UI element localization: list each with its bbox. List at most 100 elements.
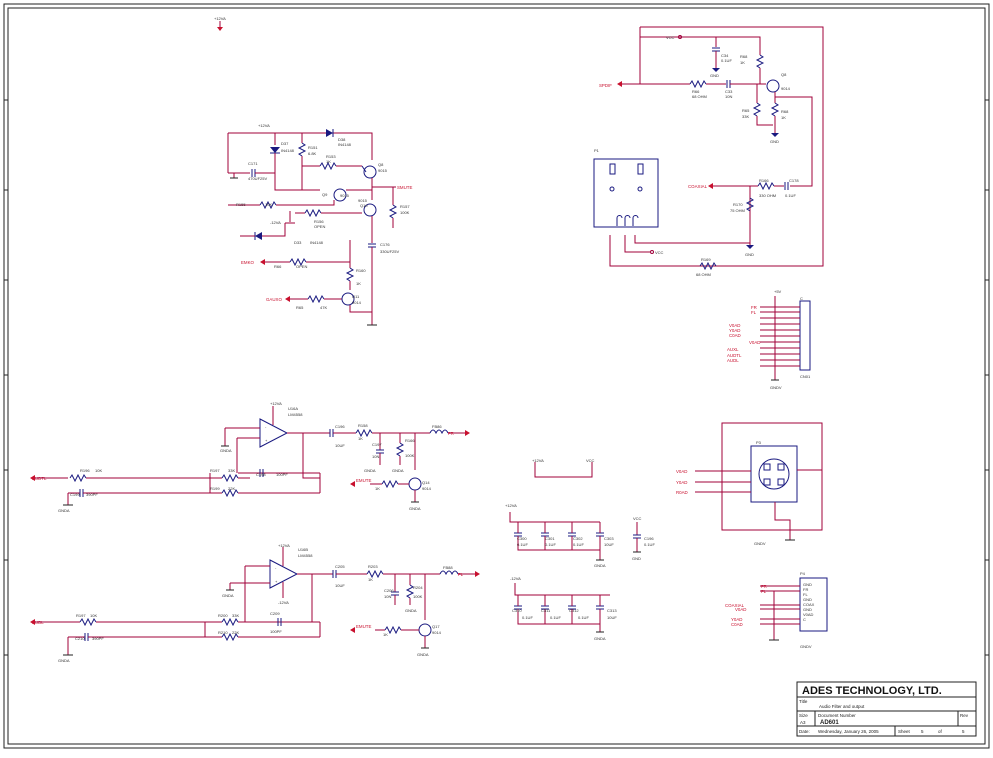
r-ch2-val: 100K	[413, 594, 423, 599]
title-block: ADES TECHNOLOGY, LTD. Title Audio Filter…	[796, 681, 977, 737]
connector-p3	[750, 445, 798, 503]
p12va-link: +12VA	[532, 458, 544, 463]
cn01-pin-label: C	[800, 296, 803, 301]
d33-ref: D33	[294, 240, 302, 245]
company-name: ADES TECHNOLOGY, LTD.	[802, 685, 942, 697]
connector-cn01	[799, 300, 811, 371]
q11-val: 9014	[352, 300, 362, 305]
c209-val: 100PF	[270, 629, 282, 634]
c311-ref: C311	[541, 608, 551, 613]
c209-ref: C209	[270, 611, 280, 616]
date-label: Date:	[799, 729, 810, 734]
p12va-mute: +12VA	[258, 123, 270, 128]
p4-ref: P4	[800, 571, 806, 576]
u16a-minus: -	[265, 424, 267, 429]
p4-gndv: GNDV	[800, 644, 812, 649]
c300-val: 0.1UF	[517, 542, 528, 547]
r196-ref: R196	[80, 468, 90, 473]
c310-val: 0.1UF	[522, 615, 533, 620]
u16b-plus: +	[275, 579, 278, 584]
transistor-q17	[418, 623, 432, 637]
r157-ref: R157	[400, 204, 410, 209]
gnd-c196: GND	[632, 556, 641, 561]
p3-r0ad: R0AD	[676, 490, 688, 495]
m12va-dec2: -12VA	[510, 576, 521, 581]
c390b-val: 390PF	[92, 636, 104, 641]
r65-val: 47K	[320, 305, 327, 310]
c312-val: 0.1UF	[578, 615, 589, 620]
connector-p3-block: P3 V0AD Y0AD R0AD GNDV	[676, 422, 823, 546]
schematic-sheet: +12VA D37 IN4148 D38 IN4148 +12VA C171 4…	[0, 0, 993, 753]
p1-ref: P1	[594, 148, 600, 153]
d37-ref: D37	[281, 141, 289, 146]
p12va-u16a: +12VA	[270, 401, 282, 406]
c178-ref: C178	[789, 178, 799, 183]
c171-ref: C171	[248, 161, 258, 166]
power-label: +12VA	[214, 16, 226, 21]
gnda-dec2: GNDA	[594, 636, 606, 641]
c390-ref: C199	[70, 492, 80, 497]
u16a-plus: +	[265, 438, 268, 443]
title-label: Title	[799, 699, 808, 704]
c34-val: 0.1UF	[721, 58, 732, 63]
r166-ref: R166	[759, 178, 769, 183]
cn01-fl: FL	[751, 310, 757, 315]
c196b-val: 0.1UF	[644, 542, 655, 547]
r203-val: 1K	[368, 577, 373, 582]
gnd-r170: GND	[745, 252, 754, 257]
date-value: Wednesday, January 26, 2005	[818, 729, 879, 734]
net-fl: FL	[458, 572, 464, 577]
transistor-q14	[408, 477, 422, 491]
r210-ref: R210	[218, 630, 228, 635]
q5-val: 9014	[781, 86, 791, 91]
c-ch2-val: 10N	[384, 594, 391, 599]
p3-ref: P3	[756, 440, 762, 445]
r158-val: 1K	[358, 436, 363, 441]
c312-ref: C312	[569, 608, 579, 613]
r166b-val: 100K	[405, 453, 415, 458]
r166b-ref: R166	[405, 438, 415, 443]
p4-fl: FL	[761, 589, 767, 594]
c302-ref: C302	[573, 536, 583, 541]
gnda-ch1: GNDA	[58, 508, 70, 513]
d37-val: IN4148	[281, 148, 295, 153]
net-emko: EMKO	[241, 260, 255, 265]
q9-val: 9015	[340, 193, 350, 198]
u16b-ref: U16B	[298, 547, 308, 552]
net-smute: SMUTE	[397, 185, 412, 190]
vcc-p1: VCC	[655, 250, 664, 255]
r68-ref: R68	[740, 54, 748, 59]
p3-y0ad: Y0AD	[676, 480, 687, 485]
c196-val: 10UF	[335, 443, 345, 448]
decoupling-block: +12VA VCC +12VA GNDA C300 C301 C302 C303…	[505, 458, 655, 641]
r170-val: 75 OHM	[730, 208, 745, 213]
vcc-c196: VCC	[633, 516, 642, 521]
p12va-u16b: +12VA	[278, 543, 290, 548]
c313-val: 10UF	[607, 615, 617, 620]
gnda-q17: GNDA	[417, 652, 429, 657]
r158-ref: R158	[358, 423, 368, 428]
p5v-cn01: +5V	[774, 289, 782, 294]
r151-ref: R151	[308, 145, 318, 150]
r157-val: 100K	[400, 210, 410, 215]
fb86-ref: FB86	[432, 424, 442, 429]
power-p12va-top: +12VA	[214, 16, 226, 31]
r196-val: 10K	[95, 468, 102, 473]
p4-v0ad: V0AD	[735, 607, 746, 612]
gnd-c34: GND	[710, 73, 719, 78]
gnda-q14: GNDA	[409, 506, 421, 511]
gnda-u16b: GNDA	[222, 593, 234, 598]
r159-val: 1K	[375, 486, 380, 491]
r200-val: 33K	[232, 613, 239, 618]
r160-val: 1K	[356, 281, 361, 286]
r151-val: 6.8K	[308, 151, 317, 156]
r68-val: 1K	[740, 60, 745, 65]
r197-val: 33K	[228, 468, 235, 473]
c390-val: 390PF	[86, 492, 98, 497]
title-value: Audio Filter and output	[819, 704, 865, 709]
r65-ref: R65	[296, 305, 304, 310]
sheet-label: Sheet	[898, 729, 911, 734]
filter-channel-2: - + U16B LM4558 +12VA -12VA GNDA AUDL R1…	[30, 543, 480, 663]
m12va-mute: -12VA	[270, 220, 281, 225]
c301-val: 0.1UF	[545, 542, 556, 547]
